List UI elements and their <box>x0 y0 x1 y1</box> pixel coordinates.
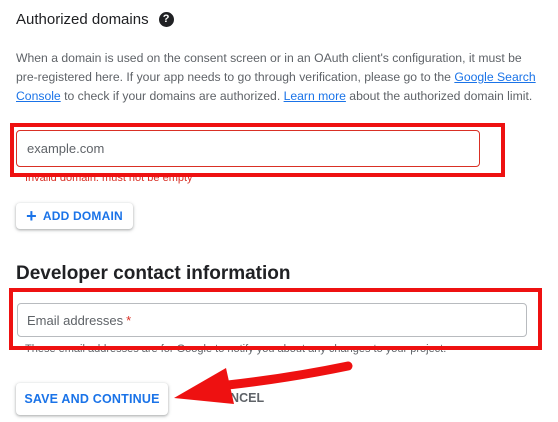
annotation-highlight-domain <box>10 123 505 177</box>
help-circle-icon[interactable]: ? <box>158 12 174 27</box>
description-text-1: When a domain is used on the consent scr… <box>16 51 522 84</box>
add-domain-button[interactable]: + ADD DOMAIN <box>16 203 133 229</box>
description-text-3: about the authorized domain limit. <box>345 89 533 103</box>
annotation-highlight-email <box>9 288 542 350</box>
authorized-domains-description: When a domain is used on the consent scr… <box>16 49 536 106</box>
learn-more-link[interactable]: Learn more <box>284 89 346 103</box>
authorized-domains-header: Authorized domains ? <box>16 11 174 28</box>
description-text-2: to check if your domains are authorized. <box>60 89 284 103</box>
authorized-domains-title: Authorized domains <box>16 11 149 28</box>
plus-icon: + <box>26 206 37 226</box>
save-and-continue-button[interactable]: SAVE AND CONTINUE <box>16 383 168 415</box>
developer-contact-title: Developer contact information <box>16 263 291 284</box>
cancel-button[interactable]: CANCEL <box>212 391 264 405</box>
add-domain-label: ADD DOMAIN <box>42 209 123 223</box>
